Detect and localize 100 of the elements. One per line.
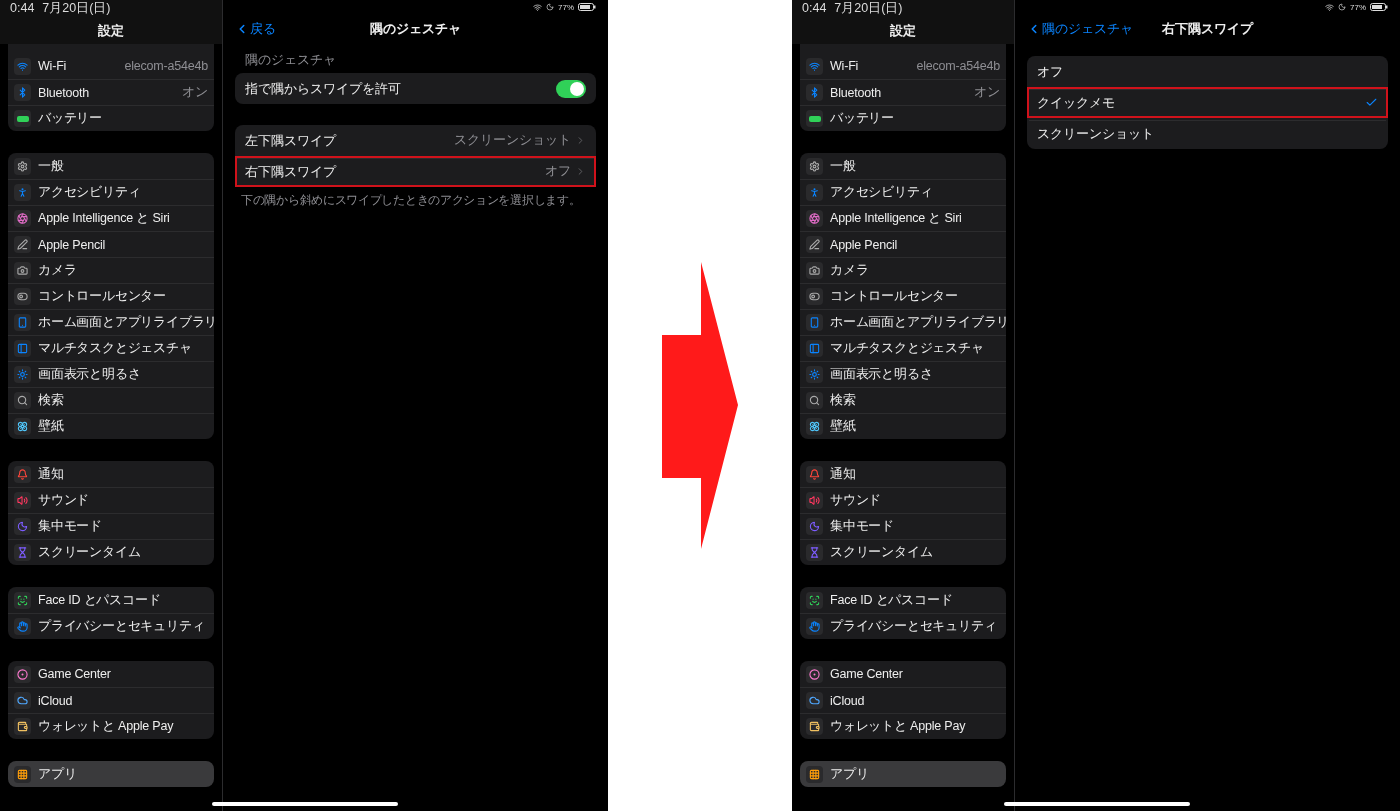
settings-item[interactable]: コントロールセンター bbox=[8, 283, 214, 309]
settings-item[interactable]: スクリーンタイム bbox=[800, 539, 1006, 565]
moon-icon bbox=[14, 518, 31, 535]
hourglass-icon bbox=[14, 544, 31, 561]
settings-item[interactable]: Face ID とパスコード bbox=[8, 587, 214, 613]
item-value: elecom-a54e4b bbox=[124, 59, 208, 73]
settings-item[interactable]: Wi-Fi elecom-a54e4b bbox=[800, 53, 1006, 79]
section-header: 隅のジェスチャ bbox=[245, 52, 337, 69]
settings-item[interactable]: コントロールセンター bbox=[800, 283, 1006, 309]
settings-item[interactable]: 一般 bbox=[8, 153, 214, 179]
settings-item[interactable]: アクセシビリティ bbox=[800, 179, 1006, 205]
settings-item[interactable]: プライバシーとセキュリティ bbox=[8, 613, 214, 639]
cloud-icon bbox=[14, 692, 31, 709]
panels-icon bbox=[14, 340, 31, 357]
settings-item[interactable]: 画面表示と明るさ bbox=[800, 361, 1006, 387]
row-value: オフ bbox=[545, 163, 571, 180]
settings-item[interactable]: Bluetooth オン bbox=[800, 79, 1006, 105]
disclosure-row[interactable]: 左下隅スワイプ スクリーンショット bbox=[235, 125, 596, 156]
settings-item[interactable]: 通知 bbox=[8, 461, 214, 487]
settings-item[interactable]: Apple Pencil bbox=[8, 231, 214, 257]
battery-icon bbox=[578, 3, 596, 11]
settings-item[interactable]: 通知 bbox=[800, 461, 1006, 487]
phone-screen-icon bbox=[14, 314, 31, 331]
status-time: 0:44 bbox=[10, 1, 35, 15]
face-scan-icon bbox=[14, 591, 31, 609]
wifi-icon bbox=[1325, 2, 1334, 12]
bluetooth-icon bbox=[14, 84, 31, 101]
cloud-icon bbox=[806, 692, 823, 709]
settings-icon bbox=[14, 157, 31, 175]
option-row[interactable]: クイックメモ bbox=[1027, 87, 1388, 118]
settings-item[interactable]: バッテリー bbox=[800, 105, 1006, 131]
bluetooth-icon bbox=[806, 84, 823, 101]
settings-item[interactable]: Apple Pencil bbox=[800, 231, 1006, 257]
settings-item[interactable]: カメラ bbox=[800, 257, 1006, 283]
speaker-icon bbox=[14, 492, 31, 509]
hand-icon bbox=[806, 618, 823, 635]
footer-note: 下の隅から斜めにスワイプしたときのアクションを選択します。 bbox=[241, 192, 582, 209]
sun-icon bbox=[806, 366, 823, 383]
settings-item[interactable]: 検索 bbox=[800, 387, 1006, 413]
settings-item[interactable]: Apple Intelligence と Siri bbox=[800, 205, 1006, 231]
settings-item[interactable]: アクセシビリティ bbox=[8, 179, 214, 205]
settings-item[interactable]: ウォレットと Apple Pay bbox=[8, 713, 214, 739]
settings-item[interactable]: カメラ bbox=[8, 257, 214, 283]
back-button[interactable]: 隅のジェスチャ bbox=[1027, 20, 1133, 38]
settings-item[interactable]: サウンド bbox=[800, 487, 1006, 513]
settings-item[interactable]: プライバシーとセキュリティ bbox=[800, 613, 1006, 639]
toggle-switch[interactable] bbox=[556, 79, 586, 98]
arrow-icon bbox=[662, 262, 738, 549]
settings-item[interactable]: 壁紙 bbox=[800, 413, 1006, 439]
item-value: オン bbox=[974, 84, 1000, 101]
moon-icon bbox=[1338, 3, 1346, 11]
item-value: elecom-a54e4b bbox=[916, 59, 1000, 73]
camera-icon bbox=[806, 262, 823, 279]
settings-item[interactable]: マルチタスクとジェスチャ bbox=[8, 335, 214, 361]
settings-item[interactable]: iCloud bbox=[800, 687, 1006, 713]
settings-item[interactable]: 集中モード bbox=[800, 513, 1006, 539]
settings-item[interactable]: ウォレットと Apple Pay bbox=[800, 713, 1006, 739]
settings-item[interactable]: アプリ bbox=[800, 761, 1006, 787]
sun-icon bbox=[14, 366, 31, 383]
battery-icon bbox=[1370, 3, 1388, 11]
settings-item[interactable]: 一般 bbox=[800, 153, 1006, 179]
wifi-icon bbox=[806, 57, 823, 75]
option-row[interactable]: スクリーンショット bbox=[1027, 118, 1388, 149]
settings-item[interactable]: iCloud bbox=[8, 687, 214, 713]
settings-item[interactable]: 壁紙 bbox=[8, 413, 214, 439]
settings-item[interactable]: 検索 bbox=[8, 387, 214, 413]
wifi-icon bbox=[533, 2, 542, 12]
pencil-icon bbox=[806, 236, 823, 253]
wallet-icon bbox=[14, 718, 31, 735]
person-icon bbox=[14, 184, 31, 201]
settings-item[interactable]: ホーム画面とアプリライブラリ bbox=[800, 309, 1006, 335]
settings-item[interactable]: バッテリー bbox=[8, 105, 214, 131]
settings-item[interactable]: Apple Intelligence と Siri bbox=[8, 205, 214, 231]
settings-item[interactable]: Game Center bbox=[8, 661, 214, 687]
sidebar-title: 設定 bbox=[889, 22, 917, 40]
moon-icon bbox=[806, 518, 823, 535]
settings-item[interactable]: ホーム画面とアプリライブラリ bbox=[8, 309, 214, 335]
settings-item[interactable]: Face ID とパスコード bbox=[800, 587, 1006, 613]
settings-item[interactable]: 集中モード bbox=[8, 513, 214, 539]
settings-item[interactable]: スクリーンタイム bbox=[8, 539, 214, 565]
hourglass-icon bbox=[806, 544, 823, 561]
disclosure-row[interactable]: 右下隅スワイプ オフ bbox=[235, 156, 596, 187]
battery-icon bbox=[806, 110, 823, 127]
settings-item[interactable]: Wi-Fi elecom-a54e4b bbox=[8, 53, 214, 79]
settings-item[interactable]: Bluetooth オン bbox=[8, 79, 214, 105]
settings-item[interactable]: サウンド bbox=[8, 487, 214, 513]
toggle-icon bbox=[806, 288, 823, 305]
row-value: スクリーンショット bbox=[454, 132, 571, 149]
settings-item[interactable]: 画面表示と明るさ bbox=[8, 361, 214, 387]
grid-icon bbox=[14, 765, 31, 783]
moon-icon bbox=[546, 3, 554, 11]
item-value: オン bbox=[182, 84, 208, 101]
option-row[interactable]: オフ bbox=[1027, 56, 1388, 87]
settings-icon bbox=[806, 157, 823, 175]
battery-percent: 77% bbox=[1350, 2, 1366, 12]
settings-item[interactable]: マルチタスクとジェスチャ bbox=[800, 335, 1006, 361]
settings-item[interactable]: アプリ bbox=[8, 761, 214, 787]
hand-icon bbox=[14, 618, 31, 635]
back-button[interactable]: 戻る bbox=[235, 20, 276, 38]
settings-item[interactable]: Game Center bbox=[800, 661, 1006, 687]
